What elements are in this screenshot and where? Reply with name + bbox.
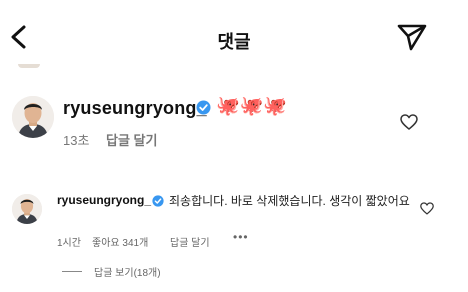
send-icon xyxy=(397,24,427,51)
profile-photo-icon xyxy=(12,194,42,224)
like-count[interactable]: 좋아요 341개 xyxy=(92,234,148,249)
more-options-button[interactable]: ••• xyxy=(233,230,249,244)
comment-username[interactable]: ryuseungryong_ xyxy=(57,193,151,207)
comment-timestamp: 13초 xyxy=(63,133,90,148)
reply-button[interactable]: 답글 달기 xyxy=(106,130,157,149)
send-button[interactable] xyxy=(396,22,428,52)
previous-comment-edge xyxy=(18,64,40,68)
like-button[interactable] xyxy=(420,202,434,215)
comment-timestamp: 1시간 xyxy=(57,238,81,249)
header-bar: 댓글 xyxy=(0,0,468,70)
profile-photo-icon xyxy=(12,96,54,138)
like-button[interactable] xyxy=(400,114,418,130)
heart-icon xyxy=(400,114,418,130)
verified-badge-icon xyxy=(152,194,164,207)
comment-username[interactable]: ryuseungryong_ xyxy=(63,98,207,119)
heart-icon xyxy=(420,202,434,215)
avatar[interactable] xyxy=(12,194,42,224)
verified-badge-icon xyxy=(196,100,211,115)
ellipsis-icon: ••• xyxy=(233,230,249,244)
avatar[interactable] xyxy=(12,96,54,138)
view-replies-label: 답글 보기(18개) xyxy=(94,268,161,279)
reply-button[interactable]: 답글 달기 xyxy=(170,234,210,249)
comment-emoji: 🐙🐙🐙 xyxy=(216,96,287,117)
view-replies-button[interactable]: 답글 보기(18개) xyxy=(62,264,161,279)
divider xyxy=(62,271,82,272)
